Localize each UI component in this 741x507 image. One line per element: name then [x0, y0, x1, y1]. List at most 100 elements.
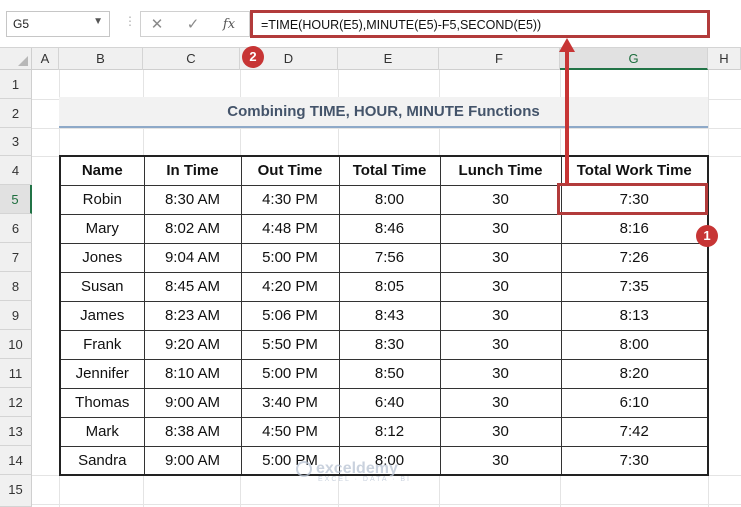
select-all-button[interactable]: [0, 48, 32, 70]
cell-out-time[interactable]: 4:48 PM: [240, 213, 340, 244]
cell-out-time[interactable]: 5:00 PM: [240, 358, 340, 389]
cell-in-time[interactable]: 8:45 AM: [143, 271, 242, 302]
cell-lunch-time[interactable]: 30: [439, 329, 562, 360]
insert-function-icon[interactable]: fx: [217, 15, 241, 35]
header-total-time[interactable]: Total Time: [338, 155, 441, 186]
cell-total-work-time[interactable]: 8:16: [560, 213, 709, 244]
watermark: exceldemy EXCEL · DATA · BI: [296, 460, 411, 483]
cell-in-time[interactable]: 9:20 AM: [143, 329, 242, 360]
table-row: Mark 8:38 AM 4:50 PM 8:12 30 7:42: [59, 416, 709, 447]
cell-total-time[interactable]: 8:12: [338, 416, 441, 447]
row-header-1[interactable]: 1: [0, 70, 32, 99]
header-out-time[interactable]: Out Time: [240, 155, 340, 186]
column-header-h[interactable]: H: [708, 48, 741, 70]
column-header-a[interactable]: A: [32, 48, 59, 70]
cell-lunch-time[interactable]: 30: [439, 387, 562, 418]
cell-name[interactable]: Mark: [59, 416, 145, 447]
row-header-11[interactable]: 11: [0, 359, 32, 388]
table-row: Mary 8:02 AM 4:48 PM 8:46 30 8:16: [59, 213, 709, 244]
row-header-8[interactable]: 8: [0, 272, 32, 301]
cell-out-time[interactable]: 4:50 PM: [240, 416, 340, 447]
drag-handle-icon[interactable]: ⋮: [124, 14, 136, 34]
cell-in-time[interactable]: 9:04 AM: [143, 242, 242, 273]
cell-in-time[interactable]: 8:30 AM: [143, 184, 242, 215]
cell-lunch-time[interactable]: 30: [439, 242, 562, 273]
cell-total-time[interactable]: 8:05: [338, 271, 441, 302]
cell-total-time[interactable]: 8:46: [338, 213, 441, 244]
cell-total-work-time[interactable]: 7:30: [560, 445, 709, 476]
cell-total-work-time[interactable]: 6:10: [560, 387, 709, 418]
cell-out-time[interactable]: 3:40 PM: [240, 387, 340, 418]
annotation-badge-1: 1: [696, 225, 718, 247]
cell-total-time[interactable]: 7:56: [338, 242, 441, 273]
name-box-value: G5: [13, 17, 30, 31]
formula-input[interactable]: =TIME(HOUR(E5),MINUTE(E5)-F5,SECOND(E5)): [250, 10, 710, 38]
cell-total-time[interactable]: 8:30: [338, 329, 441, 360]
cell-in-time[interactable]: 8:10 AM: [143, 358, 242, 389]
cell-name[interactable]: Robin: [59, 184, 145, 215]
arrow-head-icon: [559, 38, 575, 52]
cell-lunch-time[interactable]: 30: [439, 271, 562, 302]
cell-in-time[interactable]: 8:38 AM: [143, 416, 242, 447]
row-header-12[interactable]: 12: [0, 388, 32, 417]
annotation-badge-2: 2: [242, 46, 264, 68]
cell-total-time[interactable]: 8:00: [338, 184, 441, 215]
cell-out-time[interactable]: 4:20 PM: [240, 271, 340, 302]
cell-name[interactable]: Mary: [59, 213, 145, 244]
cell-total-time[interactable]: 8:43: [338, 300, 441, 331]
cell-total-work-time[interactable]: 8:20: [560, 358, 709, 389]
cell-in-time[interactable]: 8:02 AM: [143, 213, 242, 244]
row-header-15[interactable]: 15: [0, 475, 32, 507]
cell-lunch-time[interactable]: 30: [439, 445, 562, 476]
column-header-f[interactable]: F: [439, 48, 560, 70]
row-header-4[interactable]: 4: [0, 156, 32, 185]
row-header-2[interactable]: 2: [0, 99, 32, 128]
column-header-b[interactable]: B: [59, 48, 143, 70]
cell-lunch-time[interactable]: 30: [439, 416, 562, 447]
header-lunch-time[interactable]: Lunch Time: [439, 155, 562, 186]
cell-lunch-time[interactable]: 30: [439, 300, 562, 331]
cell-name[interactable]: Jennifer: [59, 358, 145, 389]
cell-out-time[interactable]: 5:50 PM: [240, 329, 340, 360]
column-header-e[interactable]: E: [338, 48, 439, 70]
cell-total-work-time[interactable]: 7:26: [560, 242, 709, 273]
cell-name[interactable]: Jones: [59, 242, 145, 273]
cell-out-time[interactable]: 5:00 PM: [240, 242, 340, 273]
cell-in-time[interactable]: 9:00 AM: [143, 387, 242, 418]
cell-lunch-time[interactable]: 30: [439, 358, 562, 389]
annotation-arrow: [559, 38, 575, 184]
cell-name[interactable]: Thomas: [59, 387, 145, 418]
row-header-6[interactable]: 6: [0, 214, 32, 243]
column-header-c[interactable]: C: [143, 48, 240, 70]
header-in-time[interactable]: In Time: [143, 155, 242, 186]
row-header-3[interactable]: 3: [0, 128, 32, 156]
row-header-9[interactable]: 9: [0, 301, 32, 330]
cell-name[interactable]: Sandra: [59, 445, 145, 476]
row-header-14[interactable]: 14: [0, 446, 32, 475]
header-name[interactable]: Name: [59, 155, 145, 186]
cell-lunch-time[interactable]: 30: [439, 213, 562, 244]
cell-out-time[interactable]: 4:30 PM: [240, 184, 340, 215]
row-header-13[interactable]: 13: [0, 417, 32, 446]
cell-total-work-time[interactable]: 8:13: [560, 300, 709, 331]
cancel-icon[interactable]: ✕: [145, 15, 169, 35]
cell-total-work-time[interactable]: 7:42: [560, 416, 709, 447]
cell-name[interactable]: James: [59, 300, 145, 331]
cell-name[interactable]: Susan: [59, 271, 145, 302]
cell-name[interactable]: Frank: [59, 329, 145, 360]
cell-total-time[interactable]: 8:50: [338, 358, 441, 389]
name-box[interactable]: G5 ▼: [6, 11, 110, 37]
table-row: Jennifer 8:10 AM 5:00 PM 8:50 30 8:20: [59, 358, 709, 389]
row-header-7[interactable]: 7: [0, 243, 32, 272]
chevron-down-icon[interactable]: ▼: [93, 16, 103, 27]
row-header-10[interactable]: 10: [0, 330, 32, 359]
cell-in-time[interactable]: 9:00 AM: [143, 445, 242, 476]
cell-total-time[interactable]: 6:40: [338, 387, 441, 418]
cell-out-time[interactable]: 5:06 PM: [240, 300, 340, 331]
cell-total-work-time[interactable]: 8:00: [560, 329, 709, 360]
enter-icon[interactable]: ✓: [181, 15, 205, 35]
cell-lunch-time[interactable]: 30: [439, 184, 562, 215]
cell-in-time[interactable]: 8:23 AM: [143, 300, 242, 331]
row-header-5[interactable]: 5: [0, 185, 32, 214]
cell-total-work-time[interactable]: 7:35: [560, 271, 709, 302]
